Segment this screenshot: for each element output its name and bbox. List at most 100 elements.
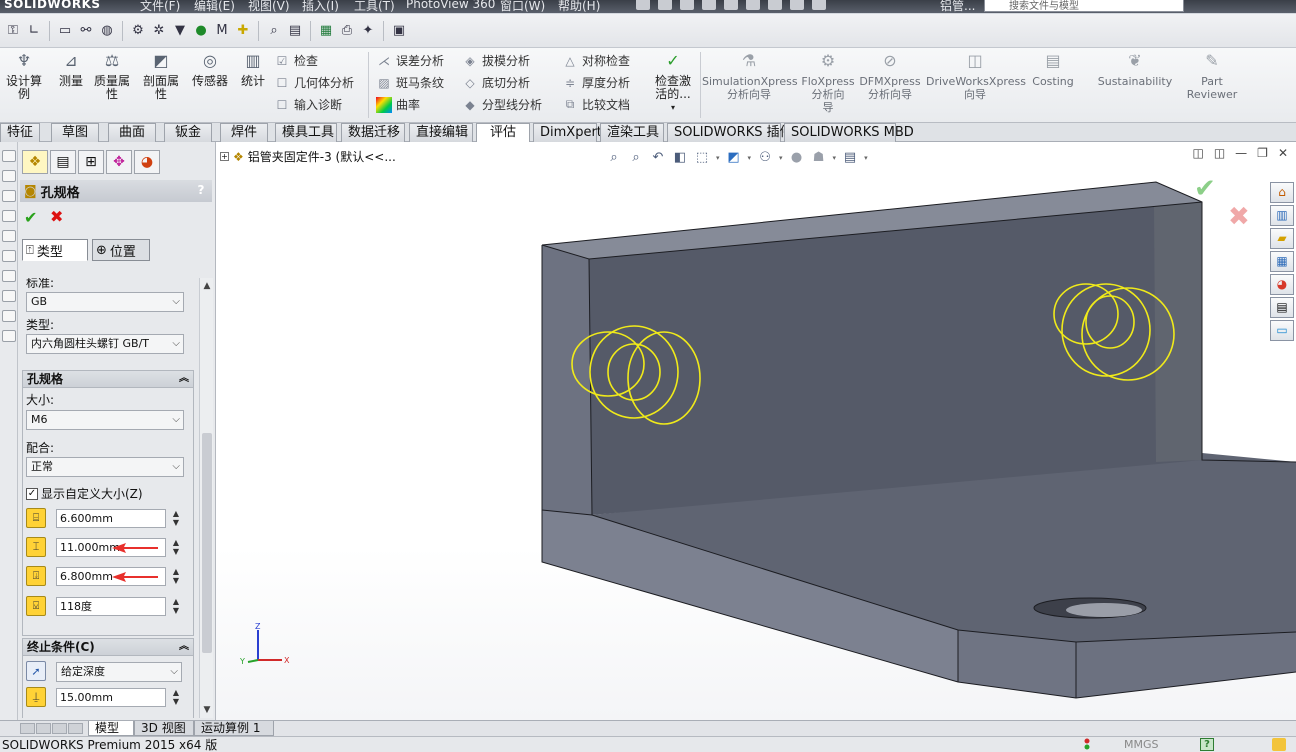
chevron-down-icon[interactable]: ▾ <box>748 154 752 162</box>
search-input[interactable]: 搜索文件与模型 <box>984 0 1184 12</box>
configuration-manager-tab[interactable]: ⊞ <box>78 150 104 174</box>
dimxpert-manager-tab[interactable]: ✥ <box>106 150 132 174</box>
zebra-stripes-button[interactable]: ▨ 斑马条纹 <box>376 74 444 91</box>
curvature-button[interactable]: 曲率 <box>376 96 420 113</box>
sustainability-button[interactable]: ❦ Sustainability <box>1096 53 1174 89</box>
puzzle-icon[interactable]: ✚ <box>234 22 252 40</box>
menu-tools[interactable]: 工具(T) <box>354 0 395 13</box>
edit-appearance-icon[interactable]: ● <box>789 150 805 166</box>
restore-icon[interactable]: ❐ <box>1257 146 1268 160</box>
ok-button[interactable]: ✔ <box>24 208 37 227</box>
part-reviewer-button[interactable]: ✎ Part Reviewer <box>1186 53 1238 102</box>
pin-icon[interactable]: ● <box>192 22 210 40</box>
addin-icon[interactable]: ✲ <box>150 22 168 40</box>
undo-icon[interactable] <box>724 0 738 10</box>
through-hole-diameter-input[interactable]: 6.600mm <box>56 509 166 528</box>
cone-icon[interactable]: ▼ <box>171 22 189 40</box>
tab-solidworks-mbd[interactable]: SOLIDWORKS MBD <box>784 123 914 142</box>
view-palette-icon[interactable]: ▦ <box>1270 251 1294 272</box>
confirm-corner-ok-button[interactable]: ✔ <box>1194 174 1216 204</box>
chevron-down-icon[interactable]: ▾ <box>779 154 783 162</box>
size-select[interactable]: M6 ⌵ <box>26 410 184 430</box>
compare-documents-button[interactable]: ⧉ 比较文档 <box>562 96 630 113</box>
globe-icon[interactable]: ◍ <box>98 22 116 40</box>
custom-size-checkbox[interactable]: ✓ 显示自定义大小(Z) <box>26 485 143 502</box>
menu-file[interactable]: 文件(F) <box>140 0 180 13</box>
gear-icon[interactable]: ⚙ <box>129 22 147 40</box>
calculator-icon[interactable]: ▣ <box>390 22 408 40</box>
select-icon[interactable] <box>746 0 760 10</box>
chevron-down-icon[interactable]: ▾ <box>864 154 868 162</box>
tab-features[interactable]: 特征 <box>0 123 40 142</box>
last-tab-icon[interactable] <box>68 723 83 734</box>
draft-analysis-button[interactable]: ◈ 拔模分析 <box>462 52 530 69</box>
design-study-button[interactable]: ♆ 设计算 例 <box>4 53 44 101</box>
first-tab-icon[interactable] <box>20 723 35 734</box>
tab-model[interactable]: 模型 <box>88 721 134 736</box>
view-settings-icon[interactable]: ▤ <box>842 150 858 166</box>
prev-tab-icon[interactable] <box>36 723 51 734</box>
parting-line-analysis-button[interactable]: ◆ 分型线分析 <box>462 96 542 113</box>
property-manager-tab[interactable]: ▤ <box>50 150 76 174</box>
check-button[interactable]: ☑ 检查 <box>274 52 318 69</box>
part-model[interactable] <box>216 142 1296 720</box>
tab-weldments[interactable]: 焊件 <box>220 123 268 142</box>
scroll-thumb[interactable] <box>202 433 212 653</box>
spinner-arrows-icon[interactable]: ▲ ▼ <box>170 567 182 586</box>
tab-mold-tools[interactable]: 模具工具 <box>275 123 337 142</box>
minimize-icon[interactable]: — <box>1235 146 1247 160</box>
library-icon[interactable]: ▤ <box>286 22 304 40</box>
tab-surfaces[interactable]: 曲面 <box>108 123 156 142</box>
print-icon[interactable] <box>702 0 716 10</box>
display-manager-tab[interactable]: ◕ <box>134 150 160 174</box>
confirm-corner-cancel-button[interactable]: ✖ <box>1228 202 1250 232</box>
hole-spec-group-header[interactable]: 孔规格 ︽ <box>22 370 194 388</box>
costing-button[interactable]: ▤ Costing <box>1028 53 1078 89</box>
geometry-analysis-button[interactable]: ☐ 几何体分析 <box>274 74 354 91</box>
tab-3d-views[interactable]: 3D 视图 <box>134 721 194 736</box>
tab-solidworks-addins[interactable]: SOLIDWORKS 插件 <box>667 123 793 142</box>
tab-motion-study[interactable]: 运动算例 1 <box>194 721 274 736</box>
feature-tree-root[interactable]: + ❖ 铝管夹固定件-3 (默认<<... <box>220 148 396 165</box>
help-button[interactable]: ? <box>194 183 208 197</box>
check-active-button[interactable]: ✓ 检查激 活的... ▾ <box>650 53 696 114</box>
strip-icon[interactable] <box>2 250 16 262</box>
undercut-analysis-button[interactable]: ◇ 底切分析 <box>462 74 530 91</box>
menu-photoview[interactable]: PhotoView 360 <box>406 0 495 11</box>
drill-angle-input[interactable]: 118度 <box>56 597 166 616</box>
sketch-corner-icon[interactable]: ∟ <box>25 22 43 40</box>
simulationxpress-button[interactable]: ⚗ SimulationXpress 分析向导 <box>702 53 798 102</box>
fastener-type-select[interactable]: 内六角圆柱头螺钉 GB/T ⌵ <box>26 334 184 354</box>
strip-icon[interactable] <box>2 150 16 162</box>
menu-window[interactable]: 窗口(W) <box>500 0 545 13</box>
tab-evaluate[interactable]: 评估 <box>476 123 530 143</box>
standard-select[interactable]: GB ⌵ <box>26 292 184 312</box>
strip-icon[interactable] <box>2 290 16 302</box>
reverse-direction-icon[interactable]: ➚ <box>26 661 46 681</box>
excel-icon[interactable]: ▦ <box>317 22 335 40</box>
tile-left-icon[interactable]: ◫ <box>1192 146 1203 160</box>
driveworksxpress-button[interactable]: ◫ DriveWorksXpress 向导 <box>926 53 1026 102</box>
strip-icon[interactable] <box>2 190 16 202</box>
deviation-analysis-button[interactable]: ⋌ 误差分析 <box>376 52 444 69</box>
spinner-arrows-icon[interactable]: ▲ ▼ <box>170 688 182 707</box>
scroll-down-icon[interactable]: ▼ <box>201 704 213 716</box>
zoom-to-fit-icon[interactable]: ⌕ <box>606 150 622 166</box>
menu-insert[interactable]: 插入(I) <box>302 0 339 13</box>
macro-icon[interactable]: M <box>213 22 231 40</box>
tab-render-tools[interactable]: 渲染工具 <box>600 123 664 142</box>
dfmxpress-button[interactable]: ⊘ DFMXpress 分析向导 <box>858 53 922 102</box>
zoom-icon[interactable]: ⌕ <box>265 22 283 40</box>
options-icon[interactable] <box>812 0 826 10</box>
symmetry-check-button[interactable]: △ 对称检查 <box>562 52 630 69</box>
graphics-area[interactable]: + ❖ 铝管夹固定件-3 (默认<<... ⌕ ⌕ ↶ ◧ ⬚ ▾ ◩ ▾ ⚇ ▾ ●… <box>216 142 1296 720</box>
strip-icon[interactable] <box>2 330 16 342</box>
spinner-arrows-icon[interactable]: ▲ ▼ <box>170 509 182 528</box>
zoom-area-icon[interactable]: ⌕ <box>628 150 644 166</box>
scroll-up-icon[interactable]: ▲ <box>201 280 213 292</box>
spinner-arrows-icon[interactable]: ▲ ▼ <box>170 597 182 616</box>
rebuild-icon[interactable] <box>768 0 782 10</box>
apply-scene-icon[interactable]: ☗ <box>811 150 827 166</box>
help-icon[interactable]: ? <box>1200 738 1214 751</box>
section-view-icon[interactable]: ◧ <box>672 150 688 166</box>
